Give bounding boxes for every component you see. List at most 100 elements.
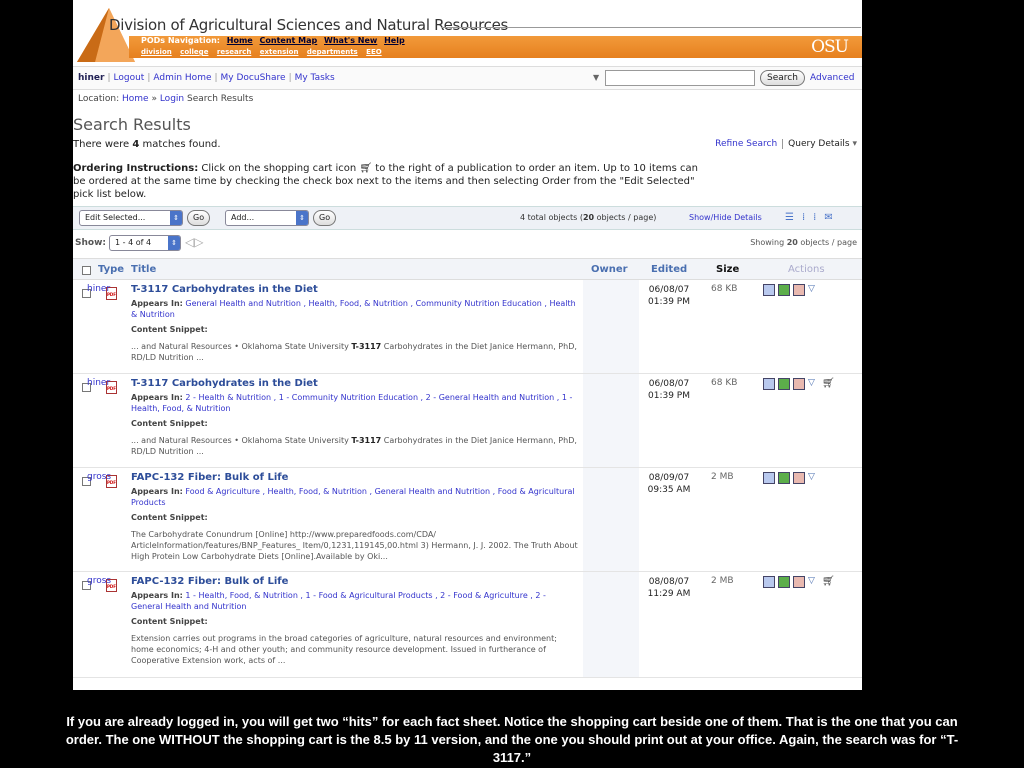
edited-date-value: 06/08/07: [648, 285, 690, 295]
actions-menu-icon[interactable]: ▽: [808, 472, 815, 483]
refine-search-link[interactable]: Refine Search: [715, 139, 777, 149]
appears-links[interactable]: 2 - Health & Nutrition , 1 - Community N…: [131, 393, 572, 413]
user-links: hiner | Logout | Admin Home | My DocuShare | My …: [78, 73, 335, 83]
table-header: Type Title Owner Edited Size Actions: [73, 258, 862, 280]
email-icon[interactable]: ✉: [824, 212, 840, 223]
search-input[interactable]: [605, 70, 755, 86]
column-size[interactable]: Size: [716, 264, 739, 275]
sub-link-eeo[interactable]: EEO: [366, 48, 382, 56]
properties-icon[interactable]: [763, 378, 775, 390]
search-scope-dropdown-icon[interactable]: ▼: [593, 73, 599, 82]
grid-view-icon[interactable]: ⁞⁞: [802, 212, 824, 223]
appears-links[interactable]: General Health and Nutrition , Health, F…: [131, 299, 576, 319]
content-snippet: ... and Natural Resources • Oklahoma Sta…: [131, 341, 579, 363]
query-details-link[interactable]: Query Details ▾: [782, 139, 857, 149]
matches-suffix: matches found.: [142, 139, 221, 150]
search-button[interactable]: Search: [760, 70, 805, 86]
appears-links[interactable]: 1 - Health, Food, & Nutrition , 1 - Food…: [131, 591, 546, 611]
shopping-cart-icon[interactable]: 🛒︎: [822, 576, 835, 587]
actions-menu-icon[interactable]: ▽: [808, 284, 815, 295]
actions-menu-icon[interactable]: ▽: [808, 576, 815, 587]
actions-menu-icon[interactable]: ▽: [808, 378, 815, 389]
appears-in: Appears In: 2 - Health & Nutrition , 1 -…: [131, 392, 579, 414]
sub-link-research[interactable]: research: [217, 48, 251, 56]
add-label: Add...: [231, 213, 255, 222]
snippet-label: Content Snippet:: [131, 617, 208, 626]
pods-link-whats-new[interactable]: What's New: [324, 36, 377, 45]
show-hide-details-link[interactable]: Show/Hide Details: [689, 213, 762, 222]
download-icon[interactable]: [778, 284, 790, 296]
result-title-link[interactable]: FAPC-132 Fiber: Bulk of Life: [131, 576, 579, 587]
result-title-link[interactable]: T-3117 Carbohydrates in the Diet: [131, 378, 579, 389]
owner-link[interactable]: gross: [87, 472, 111, 483]
logout-link[interactable]: Logout: [114, 73, 145, 83]
upload-icon[interactable]: [793, 576, 805, 588]
edited-date: 08/09/07 09:35 AM: [639, 472, 699, 496]
snippet-text: ... and Natural Resources • Oklahoma Sta…: [131, 436, 349, 445]
owner-link[interactable]: gross: [87, 576, 111, 587]
edit-selected-dropdown[interactable]: Edit Selected... ⇕: [79, 210, 183, 226]
username[interactable]: hiner: [78, 73, 104, 83]
edited-date-value: 08/09/07: [648, 473, 690, 483]
breadcrumb-login[interactable]: Login: [160, 94, 184, 104]
sub-link-college[interactable]: college: [180, 48, 208, 56]
osu-logo[interactable]: OSU: [811, 37, 849, 57]
next-page-icon[interactable]: ▷: [194, 235, 203, 249]
my-tasks-link[interactable]: My Tasks: [295, 73, 335, 83]
download-icon[interactable]: [778, 378, 790, 390]
browser-page: Division of Agricultural Sciences and Na…: [73, 0, 862, 690]
properties-icon[interactable]: [763, 472, 775, 484]
properties-icon[interactable]: [763, 284, 775, 296]
upload-icon[interactable]: [793, 378, 805, 390]
advanced-search-link[interactable]: Advanced: [810, 73, 854, 83]
my-docushare-link[interactable]: My DocuShare: [221, 73, 286, 83]
admin-home-link[interactable]: Admin Home: [153, 73, 211, 83]
edited-date: 06/08/07 01:39 PM: [639, 284, 699, 308]
pods-link-home[interactable]: Home: [227, 36, 253, 45]
breadcrumb-home[interactable]: Home: [122, 94, 149, 104]
download-icon[interactable]: [778, 472, 790, 484]
column-title[interactable]: Title: [131, 264, 156, 275]
dropdown-arrow-icon: ⇕: [168, 236, 180, 250]
shopping-cart-icon[interactable]: 🛒︎: [822, 378, 835, 389]
appears-label: Appears In:: [131, 487, 183, 496]
edit-go-button[interactable]: Go: [187, 210, 211, 226]
column-type[interactable]: Type: [98, 264, 124, 275]
action-toolbar: Edit Selected... ⇕ Go Add... ⇕ Go 4 tota…: [73, 206, 862, 230]
pods-link-content-map[interactable]: Content Map: [260, 36, 318, 45]
edited-date: 06/08/07 01:39 PM: [639, 378, 699, 402]
row-actions: ▽: [763, 472, 818, 484]
sub-link-departments[interactable]: departments: [307, 48, 358, 56]
snippet-highlight: T-3117: [351, 342, 382, 351]
upload-icon[interactable]: [793, 472, 805, 484]
download-icon[interactable]: [778, 576, 790, 588]
result-title-link[interactable]: FAPC-132 Fiber: Bulk of Life: [131, 472, 579, 483]
file-size: 2 MB: [711, 576, 734, 586]
pager-arrows: ◁▷: [185, 235, 203, 249]
appears-links[interactable]: Food & Agriculture , Health, Food, & Nut…: [131, 487, 575, 507]
snippet-label: Content Snippet:: [131, 419, 208, 428]
sub-link-extension[interactable]: extension: [260, 48, 299, 56]
pods-link-help[interactable]: Help: [384, 36, 405, 45]
page-range-dropdown[interactable]: 1 - 4 of 4 ⇕: [109, 235, 181, 251]
column-owner[interactable]: Owner: [591, 264, 628, 275]
add-dropdown[interactable]: Add... ⇕: [225, 210, 309, 226]
prev-page-icon[interactable]: ◁: [185, 235, 194, 249]
owner-link[interactable]: hiner: [87, 378, 110, 389]
user-bar: hiner | Logout | Admin Home | My DocuShare | My …: [73, 66, 862, 90]
result-title-link[interactable]: T-3117 Carbohydrates in the Diet: [131, 284, 579, 295]
add-go-button[interactable]: Go: [313, 210, 337, 226]
sub-link-division[interactable]: division: [141, 48, 172, 56]
total-objects-text: total objects: [527, 213, 578, 222]
page-title: Search Results: [73, 115, 191, 134]
match-count: There were 4 matches found.: [73, 139, 221, 150]
edit-selected-label: Edit Selected...: [85, 213, 146, 222]
list-view-icon[interactable]: ☰: [785, 212, 802, 223]
column-edited[interactable]: Edited: [651, 264, 687, 275]
owner-link[interactable]: hiner: [87, 284, 110, 295]
select-all-checkbox[interactable]: [82, 266, 91, 275]
properties-icon[interactable]: [763, 576, 775, 588]
breadcrumb-separator: »: [151, 94, 157, 104]
dropdown-arrow-icon: ⇕: [170, 211, 182, 225]
upload-icon[interactable]: [793, 284, 805, 296]
